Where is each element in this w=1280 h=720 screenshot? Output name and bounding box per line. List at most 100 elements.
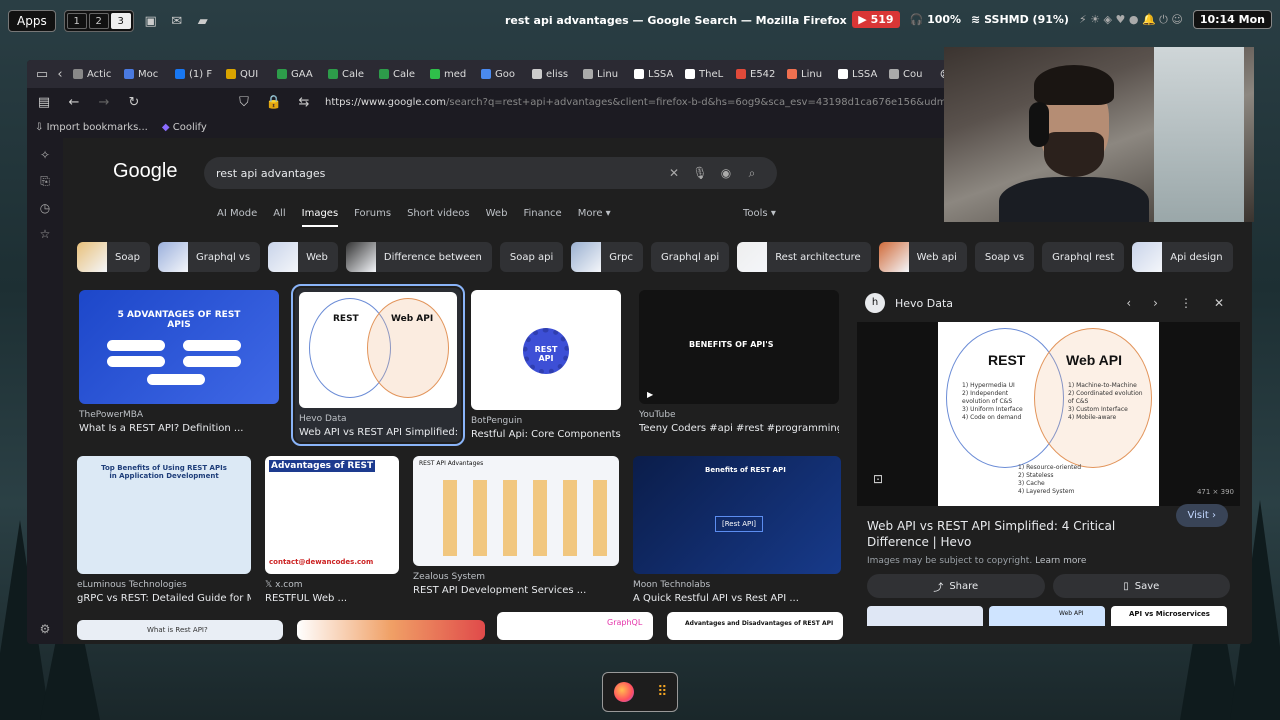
search-icon[interactable]: ⌕	[739, 166, 765, 181]
browser-tab[interactable]: Cale	[375, 69, 426, 80]
tab-short-videos[interactable]: Short videos	[407, 208, 470, 227]
visit-button[interactable]: Visit ›	[1175, 504, 1228, 527]
browser-tab[interactable]: Moc	[120, 69, 171, 80]
image-result-selected[interactable]: REST Web API Hevo Data Web API vs REST A…	[291, 284, 465, 446]
browser-tab[interactable]: QUI	[222, 69, 273, 80]
browser-tab[interactable]: Linu	[579, 69, 630, 80]
app-grid-icon[interactable]: ⠿	[657, 684, 667, 700]
tab-web[interactable]: Web	[486, 208, 508, 227]
close-icon[interactable]: ✕	[1214, 296, 1224, 310]
volume-indicator[interactable]: 🎧 100%	[910, 13, 962, 26]
result-caption[interactable]: Web API vs REST API Simplified: ...	[299, 427, 457, 438]
synced-tabs-icon[interactable]: ⎘	[40, 174, 50, 189]
browser-tab[interactable]: (1) F	[171, 69, 222, 80]
search-chip[interactable]: Graphql rest	[1042, 242, 1125, 272]
preview-title[interactable]: Web API vs REST API Simplified: 4 Critic…	[867, 518, 1162, 550]
workspace-1[interactable]: 1	[66, 13, 87, 29]
browser-tab[interactable]: Cou	[885, 69, 936, 80]
search-input[interactable]	[216, 166, 661, 180]
tab-finance[interactable]: Finance	[523, 208, 561, 227]
google-logo[interactable]: Google	[113, 160, 178, 183]
settings-icon[interactable]: ⚙	[40, 622, 51, 636]
browser-tab[interactable]: Goo	[477, 69, 528, 80]
result-caption[interactable]: Teeny Coders #api #rest #programming ...	[639, 423, 839, 434]
window-icon[interactable]: ▣	[142, 14, 160, 29]
share-button[interactable]: ⤴ Share	[867, 574, 1045, 598]
preview-image[interactable]: REST Web API 1) Hypermedia UI 2) Independ…	[857, 322, 1240, 506]
image-result[interactable]: What is Rest API?	[77, 620, 283, 640]
url-field[interactable]: https://www.google.com/search?q=rest+api…	[325, 97, 1052, 108]
related-image[interactable]: Web API	[989, 606, 1105, 626]
lens-icon[interactable]: ⊡	[873, 472, 883, 486]
search-chip[interactable]: Rest architecture	[737, 242, 871, 272]
shield-icon[interactable]: ⛉	[235, 95, 253, 110]
browser-tab[interactable]: GAA	[273, 69, 324, 80]
related-image[interactable]	[867, 606, 983, 626]
workspace-switcher[interactable]: 1 2 3	[63, 10, 134, 32]
browser-tab[interactable]: eliss	[528, 69, 579, 80]
browser-tab[interactable]: Linu	[783, 69, 834, 80]
clear-icon[interactable]: ✕	[661, 166, 687, 180]
browser-tab[interactable]: LSSA	[630, 69, 681, 80]
image-result[interactable]: Advantages of REST contact@dewancodes.co…	[265, 456, 399, 604]
bookmarks-icon[interactable]: ☆	[40, 227, 51, 241]
more-options-icon[interactable]: ⋮	[1180, 296, 1192, 310]
lock-icon[interactable]: 🔒	[265, 95, 283, 110]
notification-badge[interactable]: ▶ 519	[852, 11, 900, 28]
sidebar-toggle-icon[interactable]: ▤	[35, 95, 53, 110]
next-icon[interactable]: ›	[1153, 296, 1158, 310]
image-result[interactable]: BENEFITS OF API'S ▶ YouTube Teeny Coders…	[639, 290, 839, 434]
mail-icon[interactable]: ✉	[168, 14, 186, 29]
history-icon[interactable]: ◷	[40, 201, 50, 215]
tab-more[interactable]: More ▾	[578, 208, 611, 227]
tab-images[interactable]: Images	[301, 208, 339, 227]
result-caption[interactable]: A Quick Restful API vs Rest API ...	[633, 593, 841, 604]
reload-icon[interactable]: ↻	[125, 95, 143, 110]
image-result[interactable]: REST API Advantages Zealous System REST …	[413, 456, 619, 596]
tools-menu[interactable]: Tools ▾	[743, 208, 776, 219]
save-button[interactable]: ▯ Save	[1052, 574, 1230, 598]
tab-forums[interactable]: Forums	[354, 208, 391, 227]
image-result[interactable]	[297, 620, 485, 640]
search-chip[interactable]: Graphql api	[650, 242, 730, 272]
mic-icon[interactable]: 🎙	[687, 166, 713, 180]
apps-button[interactable]: Apps	[8, 10, 56, 32]
prev-icon[interactable]: ‹	[1126, 296, 1131, 310]
tab-all[interactable]: All	[273, 208, 285, 227]
clock[interactable]: 10:14 Mon	[1192, 10, 1272, 29]
image-result[interactable]: 5 ADVANTAGES OF REST APIS ThePowerMBA Wh…	[79, 290, 279, 434]
folder-icon[interactable]: ▰	[194, 14, 212, 29]
browser-tab[interactable]: Actic	[69, 69, 120, 80]
search-chip[interactable]: Soap	[77, 242, 150, 272]
scroll-tabs-left-icon[interactable]: ‹	[51, 67, 69, 82]
forward-icon[interactable]: →	[95, 95, 113, 110]
tray-icons[interactable]: ⚡ ☀ ◈ ♥ ● 🔔 ⏻ ☺	[1079, 13, 1183, 27]
firefox-icon[interactable]	[614, 682, 635, 702]
search-chip[interactable]: Difference between	[345, 242, 492, 272]
wifi-indicator[interactable]: ≋ SSHMD (91%)	[971, 13, 1069, 26]
workspace-3[interactable]: 3	[110, 13, 131, 29]
search-chip[interactable]: Soap api	[499, 242, 564, 272]
bookmark-import[interactable]: ⇩ Import bookmarks...	[35, 122, 148, 133]
search-chip[interactable]: Api design	[1132, 242, 1233, 272]
result-caption[interactable]: gRPC vs REST: Detailed Guide for M...	[77, 593, 251, 604]
site-name[interactable]: Hevo Data	[895, 297, 953, 310]
related-image[interactable]: API vs Microservices	[1111, 606, 1227, 626]
result-caption[interactable]: What Is a REST API? Definition ...	[79, 423, 279, 434]
search-chip[interactable]: Web api	[878, 242, 967, 272]
learn-more-link[interactable]: Learn more	[1035, 556, 1086, 566]
image-result[interactable]: Top Benefits of Using REST APIs in Appli…	[77, 456, 251, 604]
search-chip[interactable]: Soap vs	[974, 242, 1035, 272]
bookmark-coolify[interactable]: ◆ Coolify	[162, 122, 207, 133]
result-caption[interactable]: Restful Api: Core Components ...	[471, 429, 621, 440]
workspace-2[interactable]: 2	[88, 13, 109, 29]
result-caption[interactable]: REST API Development Services ...	[413, 585, 619, 596]
browser-tab[interactable]: LSSA	[834, 69, 885, 80]
result-caption[interactable]: RESTFUL Web ...	[265, 593, 399, 604]
browser-tab[interactable]: E542	[732, 69, 783, 80]
image-result[interactable]: GraphQL	[497, 612, 653, 640]
browser-tab[interactable]: med	[426, 69, 477, 80]
tab-overview-icon[interactable]: ▭	[33, 67, 51, 82]
search-chip[interactable]: Grpc	[571, 242, 643, 272]
permissions-icon[interactable]: ⇆	[295, 95, 313, 110]
